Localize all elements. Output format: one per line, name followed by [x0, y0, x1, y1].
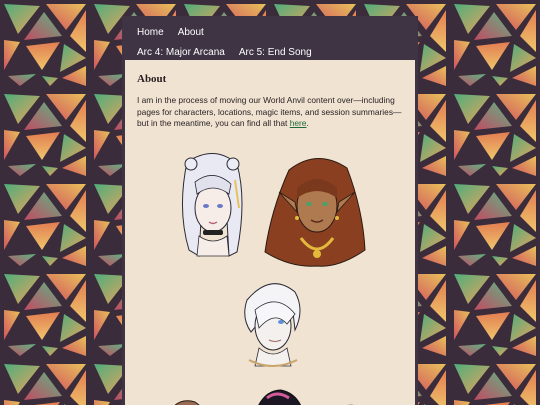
character-portraits: [174, 153, 366, 405]
nav-row-primary: Home About: [137, 22, 403, 42]
portrait-row-bottom: [174, 389, 354, 405]
nav-link-arc-4[interactable]: Arc 4: Major Arcana: [137, 47, 225, 58]
portrait-elf-brown-hair: [264, 158, 366, 267]
portrait-white-hair: [244, 283, 301, 367]
nav-link-home[interactable]: Home: [137, 27, 164, 38]
nav-link-arc-5[interactable]: Arc 5: End Song: [239, 47, 312, 58]
nav-link-about[interactable]: About: [178, 27, 204, 38]
content-panel: About I am in the process of moving our …: [125, 60, 415, 405]
portrait-silver-hair: [182, 153, 243, 257]
page-container: Home About Arc 4: Major Arcana Arc 5: En…: [122, 16, 418, 405]
top-nav: Home About Arc 4: Major Arcana Arc 5: En…: [122, 16, 418, 62]
nav-row-arcs: Arc 4: Major Arcana Arc 5: End Song: [137, 42, 403, 62]
